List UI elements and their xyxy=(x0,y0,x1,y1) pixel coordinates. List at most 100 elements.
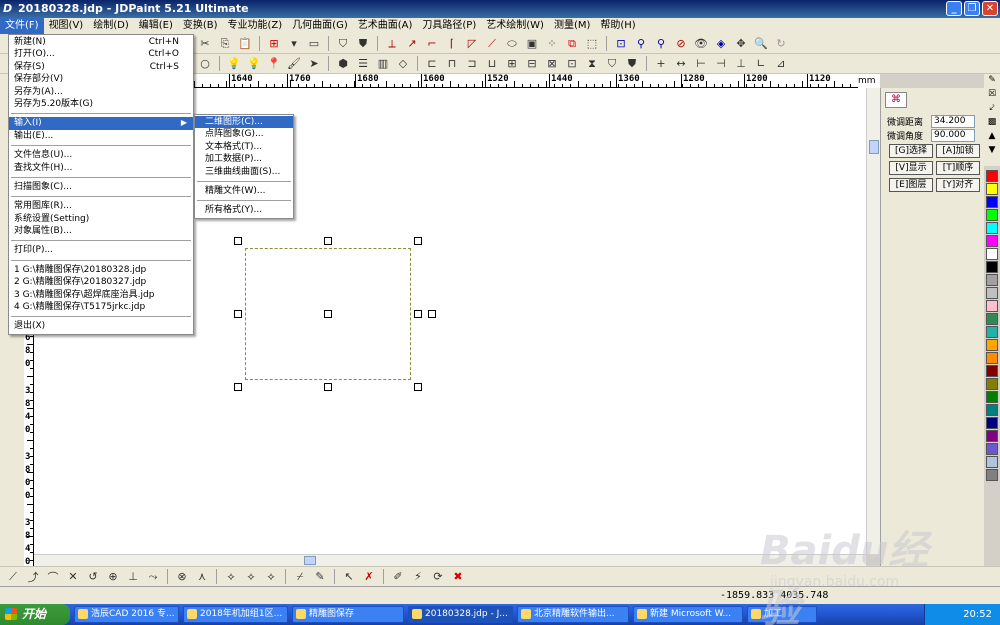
shield-outline-icon[interactable]: ⛉ xyxy=(603,55,621,72)
taskbar-button[interactable]: 新建 Microsoft W... xyxy=(633,606,743,623)
paint-icon[interactable]: 🖌 xyxy=(285,55,303,72)
restore-button[interactable]: ❐ xyxy=(964,1,980,16)
size-icon[interactable]: ⊥ xyxy=(732,55,750,72)
align-left-icon[interactable]: ⊏ xyxy=(423,55,441,72)
color-swatch[interactable] xyxy=(986,222,998,234)
stack-icon[interactable]: ☰ xyxy=(354,55,372,72)
view-3d-icon[interactable]: ◈ xyxy=(712,35,730,52)
frame-icon[interactable]: ▣ xyxy=(523,35,541,52)
magnify-icon[interactable]: 🔍 xyxy=(752,35,770,52)
file-menu-item[interactable]: 新建(N) Ctrl+N xyxy=(9,36,193,48)
file-menu-item[interactable]: 输入(I) ▶ xyxy=(9,117,193,130)
height-icon[interactable]: ⊢ xyxy=(692,55,710,72)
pin-icon[interactable]: 📍 xyxy=(265,55,283,72)
menu-help[interactable]: 帮助(H) xyxy=(595,18,640,34)
rotation-handle[interactable] xyxy=(428,310,436,318)
file-menu-item[interactable]: 保存(S) Ctrl+S xyxy=(9,61,193,73)
grid-icon[interactable]: ⊞ xyxy=(265,35,283,52)
delete-pick-icon[interactable]: ✗ xyxy=(360,568,378,585)
taskbar-button[interactable]: 20180328.jdp - J... xyxy=(408,606,513,623)
paste-icon[interactable]: 📋 xyxy=(236,35,254,52)
arrow-icon[interactable]: ➤ xyxy=(305,55,323,72)
select-button[interactable]: [G]选择 xyxy=(889,144,933,158)
taskbar-button[interactable]: 精雕图保存 xyxy=(292,606,404,623)
circle-icon[interactable]: ○ xyxy=(196,55,214,72)
color-swatch[interactable] xyxy=(986,326,998,338)
align-bottom-icon[interactable]: ⊟ xyxy=(523,55,541,72)
color-swatch[interactable] xyxy=(986,456,998,468)
selection-handle[interactable] xyxy=(324,383,332,391)
close-button[interactable]: ✕ xyxy=(982,1,998,16)
curve-icon[interactable]: ↺ xyxy=(84,568,102,585)
menu-transform[interactable]: 变换(B) xyxy=(178,18,223,34)
file-menu-item[interactable]: 输出(E)... xyxy=(9,130,193,142)
color-swatch[interactable] xyxy=(986,209,998,221)
menu-draw[interactable]: 绘制(D) xyxy=(88,18,134,34)
start-button[interactable]: 开始 xyxy=(0,604,70,625)
file-menu-item[interactable]: 1 G:\精雕图保存\20180328.jdp xyxy=(9,264,193,276)
color-swatch[interactable] xyxy=(986,170,998,182)
delete-icon[interactable]: ✖ xyxy=(449,568,467,585)
selection-handle[interactable] xyxy=(234,237,242,245)
menu-edit[interactable]: 编辑(E) xyxy=(134,18,178,34)
input-submenu-item[interactable]: 二维图形(C)... xyxy=(195,116,293,129)
panel-tab-icon[interactable]: ⌘ xyxy=(885,92,907,108)
color-swatch[interactable] xyxy=(986,430,998,442)
node-icon[interactable]: ⟡ xyxy=(222,568,240,585)
wand-icon[interactable]: ⚡ xyxy=(409,568,427,585)
taskbar-button[interactable]: 2018年机加组1区... xyxy=(183,606,288,623)
color-swatch[interactable] xyxy=(986,313,998,325)
color-swatch[interactable] xyxy=(986,300,998,312)
color-swatch[interactable] xyxy=(986,469,998,481)
nodes-icon[interactable]: ⁘ xyxy=(543,35,561,52)
align-right-icon[interactable]: ⊐ xyxy=(463,55,481,72)
slot-icon[interactable]: ⬭ xyxy=(503,35,521,52)
file-menu-item[interactable]: 对象属性(B)... xyxy=(9,225,193,237)
edit-icon[interactable]: ✎ xyxy=(311,568,329,585)
node-2-icon[interactable]: ⟡ xyxy=(242,568,260,585)
color-swatch[interactable] xyxy=(986,261,998,273)
input-submenu-item[interactable]: 加工数据(P)... xyxy=(195,153,293,165)
offset-icon[interactable]: ⟋ xyxy=(483,35,501,52)
pattern-icon[interactable]: ▩ xyxy=(985,116,999,129)
file-menu-item[interactable]: 另存为5.20版本(G) xyxy=(9,98,193,110)
cut-icon[interactable]: ✂ xyxy=(196,35,214,52)
ungroup-icon[interactable]: ⬚ xyxy=(583,35,601,52)
no-fill-icon[interactable]: ☒ xyxy=(985,88,999,101)
input-submenu-item[interactable]: 所有格式(Y)... xyxy=(195,204,293,216)
target-icon[interactable]: ⊕ xyxy=(104,568,122,585)
menu-art-surface[interactable]: 艺术曲面(A) xyxy=(353,18,418,34)
color-swatch[interactable] xyxy=(986,352,998,364)
taskbar-button[interactable]: 浩辰CAD 2016 专... xyxy=(74,606,179,623)
pan-icon[interactable]: ✥ xyxy=(732,35,750,52)
horizontal-scroll-thumb[interactable] xyxy=(304,556,316,565)
show-button[interactable]: [V]显示 xyxy=(889,161,933,175)
color-swatch[interactable] xyxy=(986,391,998,403)
knife-icon[interactable]: ⌿ xyxy=(291,568,309,585)
input-submenu-item[interactable]: 点阵图象(G)... xyxy=(195,128,293,140)
scroll-down-icon[interactable]: ▼ xyxy=(985,144,999,157)
width-icon[interactable]: ↔ xyxy=(672,55,690,72)
shield-icon[interactable]: ⛉ xyxy=(334,35,352,52)
menu-measure[interactable]: 测量(M) xyxy=(549,18,595,34)
polyline-icon[interactable]: ⤴ xyxy=(24,568,42,585)
color-swatch[interactable] xyxy=(986,378,998,390)
clock[interactable]: 20:52 xyxy=(963,609,992,620)
align-center-icon[interactable]: ⊓ xyxy=(443,55,461,72)
align-button[interactable]: [Y]对齐 xyxy=(936,178,980,192)
cross-icon[interactable]: ✕ xyxy=(64,568,82,585)
vertical-scrollbar[interactable] xyxy=(866,88,880,554)
selection-handle[interactable] xyxy=(414,383,422,391)
node-3-icon[interactable]: ⟡ xyxy=(262,568,280,585)
align-middle-icon[interactable]: ⊞ xyxy=(503,55,521,72)
layer-dropdown-icon[interactable]: ▾ xyxy=(285,35,303,52)
input-submenu-item[interactable]: 文本格式(T)... xyxy=(195,141,293,153)
file-menu-item[interactable]: 另存为(A)... xyxy=(9,86,193,98)
menu-professional[interactable]: 专业功能(Z) xyxy=(223,18,288,34)
zoom-all-icon[interactable]: ⊘ xyxy=(672,35,690,52)
scroll-up-icon[interactable]: ▲ xyxy=(985,130,999,143)
fillet-icon[interactable]: ⌈ xyxy=(443,35,461,52)
snap-icon[interactable]: ⊡ xyxy=(563,55,581,72)
color-swatch[interactable] xyxy=(986,339,998,351)
align-top-icon[interactable]: ⊔ xyxy=(483,55,501,72)
